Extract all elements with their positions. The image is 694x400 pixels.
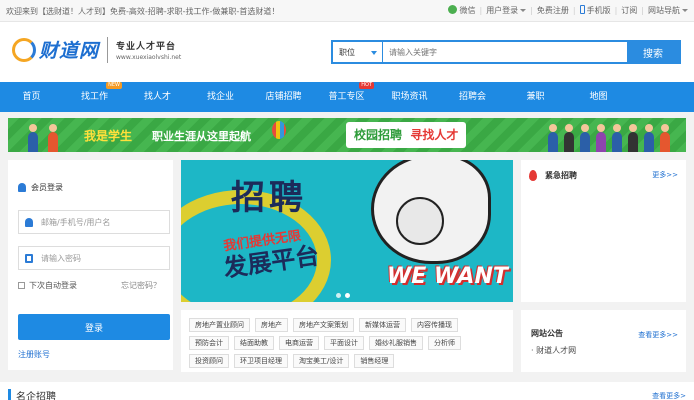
- nav-item-news[interactable]: 职场资讯: [378, 82, 441, 112]
- job-tag[interactable]: 房地产置业顾问: [189, 318, 250, 332]
- search-input[interactable]: [383, 42, 627, 62]
- chevron-down-icon: [371, 51, 377, 55]
- register-link[interactable]: 免费注册: [537, 5, 569, 16]
- logo-domain: www.xuexiaolvshi.net: [116, 53, 182, 61]
- urgent-more-link[interactable]: 更多>>: [652, 170, 678, 180]
- balloon-icon: [272, 121, 286, 139]
- remember-checkbox[interactable]: [18, 282, 25, 289]
- student-figure: [580, 124, 590, 152]
- job-tag[interactable]: 新媒体运营: [359, 318, 406, 332]
- top-links: 微信 | 用户登录 | 免费注册 | 手机版 | 订阅 | 网站导航: [448, 5, 688, 16]
- header: 财道网 专业人才平台 www.xuexiaolvshi.net 职位 搜索: [0, 22, 694, 82]
- nav-item-workers[interactable]: 普工专区 HOT: [315, 82, 378, 112]
- student-figure: [628, 124, 638, 152]
- campus-banner[interactable]: 我是学生 职业生涯从这里起航 校园招聘 寻找人才: [8, 118, 686, 152]
- carousel-headline: 招聘: [231, 178, 307, 218]
- banner-slogan: 职业生涯从这里起航: [152, 130, 251, 143]
- nav-item-map[interactable]: 地图: [567, 82, 630, 112]
- carousel-slogan: WE WANT YOU: [387, 264, 513, 289]
- pointing-hand-illustration: [371, 160, 491, 264]
- job-tag[interactable]: 婚纱礼服销售: [369, 336, 423, 350]
- student-figure: [548, 124, 558, 152]
- campus-recruit-label: 校园招聘 寻找人才: [346, 122, 467, 148]
- student-figure: [660, 124, 670, 152]
- subscribe-link[interactable]: 订阅: [621, 5, 637, 16]
- job-tag[interactable]: 房地产文案策划: [293, 318, 354, 332]
- site-nav-link[interactable]: 网站导航: [648, 5, 688, 16]
- lock-icon: [25, 253, 33, 263]
- chevron-down-icon: [520, 9, 527, 12]
- nav-item-store-jobs[interactable]: 店铺招聘: [252, 82, 315, 112]
- password-field[interactable]: 请输入密码: [18, 246, 170, 270]
- main-nav: 首页 找工作 NEW 找人才 找企业 店铺招聘 普工专区 HOT 职场资讯 招聘会 …: [0, 82, 694, 112]
- promo-carousel[interactable]: 招聘 我们提供无限 发展平台 WE WANT YOU: [181, 160, 513, 302]
- notice-item[interactable]: · 财道人才网: [531, 345, 576, 356]
- notice-title: 网站公告: [531, 329, 563, 338]
- student-figure: [596, 124, 606, 152]
- famous-companies-section: 名企招聘 查看更多>: [0, 382, 694, 400]
- site-notice-panel: 网站公告 查看更多>> · 财道人才网: [521, 310, 686, 372]
- chevron-down-icon: [682, 9, 688, 12]
- job-tag[interactable]: 预防会计: [189, 336, 229, 350]
- login-title: 会员登录: [31, 183, 63, 192]
- search-category-select[interactable]: 职位: [333, 42, 383, 62]
- logo-name: 财道网: [39, 40, 100, 62]
- banner-highlight: 我是学生: [84, 129, 133, 143]
- section-more-link[interactable]: 查看更多>: [652, 391, 686, 400]
- job-tag[interactable]: 投资顾问: [189, 354, 229, 368]
- job-tag[interactable]: 淘宝美工/设计: [293, 354, 350, 368]
- nav-item-find-job[interactable]: 找工作 NEW: [63, 82, 126, 112]
- urgent-jobs-panel: 紧急招聘 更多>>: [521, 160, 686, 302]
- wechat-link[interactable]: 微信: [448, 5, 475, 16]
- fire-icon: [529, 170, 537, 181]
- person-icon: [25, 217, 33, 227]
- remember-me[interactable]: 下次自动登录: [18, 280, 77, 291]
- hot-badge: HOT: [359, 82, 374, 89]
- job-tag[interactable]: 电商运营: [279, 336, 319, 350]
- urgent-title: 紧急招聘: [545, 171, 577, 180]
- user-icon: [18, 183, 26, 192]
- carousel-dots: [336, 293, 350, 298]
- nav-item-job-fair[interactable]: 招聘会: [441, 82, 504, 112]
- login-button[interactable]: 登录: [18, 314, 170, 340]
- job-tag[interactable]: 销售经理: [354, 354, 395, 368]
- logo-tagline: 专业人才平台: [116, 41, 177, 52]
- login-panel: 会员登录 邮箱/手机号/用户名 请输入密码 下次自动登录 忘记密码？ 登录 注册…: [8, 160, 173, 370]
- student-figure: [612, 124, 622, 152]
- student-figure: [28, 124, 38, 152]
- job-tag[interactable]: 内容传播现: [411, 318, 458, 332]
- search-button[interactable]: 搜索: [627, 42, 679, 62]
- notice-more-link[interactable]: 查看更多>>: [638, 330, 678, 340]
- job-tag[interactable]: 环卫项目经理: [234, 354, 288, 368]
- student-figure: [564, 124, 574, 152]
- nav-item-part-time[interactable]: 兼职: [504, 82, 567, 112]
- account-field[interactable]: 邮箱/手机号/用户名: [18, 210, 170, 234]
- job-tag[interactable]: 结面助教: [234, 336, 274, 350]
- student-figure: [48, 124, 58, 152]
- top-bar: 欢迎来到【选财道！人才到】免费-高效-招聘-求职-找工作-做兼职-首选财道！ 微…: [0, 0, 694, 22]
- phone-icon: [579, 5, 585, 14]
- job-tag[interactable]: 房地产: [255, 318, 288, 332]
- carousel-dot-active[interactable]: [345, 293, 350, 298]
- welcome-text: 欢迎来到【选财道！人才到】免费-高效-招聘-求职-找工作-做兼职-首选财道！: [6, 7, 280, 16]
- nav-item-find-talent[interactable]: 找人才: [126, 82, 189, 112]
- nav-item-home[interactable]: 首页: [0, 82, 63, 112]
- carousel-dot[interactable]: [336, 293, 341, 298]
- new-badge: NEW: [106, 82, 122, 89]
- search-bar: 职位 搜索: [331, 40, 681, 64]
- wechat-icon: [448, 5, 458, 14]
- forgot-password-link[interactable]: 忘记密码？: [121, 280, 161, 291]
- user-login-link[interactable]: 用户登录: [486, 5, 527, 16]
- student-figure: [644, 124, 654, 152]
- nav-item-find-company[interactable]: 找企业: [189, 82, 252, 112]
- mobile-link[interactable]: 手机版: [579, 5, 611, 16]
- job-tag[interactable]: 分析师: [428, 336, 461, 350]
- job-tag[interactable]: 平面设计: [324, 336, 364, 350]
- hot-job-tags: 房地产置业顾问 房地产 房地产文案策划 新媒体运营 内容传播现 预防会计 结面助…: [181, 310, 513, 372]
- logo-icon: [12, 37, 36, 62]
- section-title: 名企招聘: [16, 392, 56, 400]
- register-account-link[interactable]: 注册账号: [18, 349, 50, 360]
- site-logo[interactable]: 财道网 专业人才平台 www.xuexiaolvshi.net: [12, 36, 181, 63]
